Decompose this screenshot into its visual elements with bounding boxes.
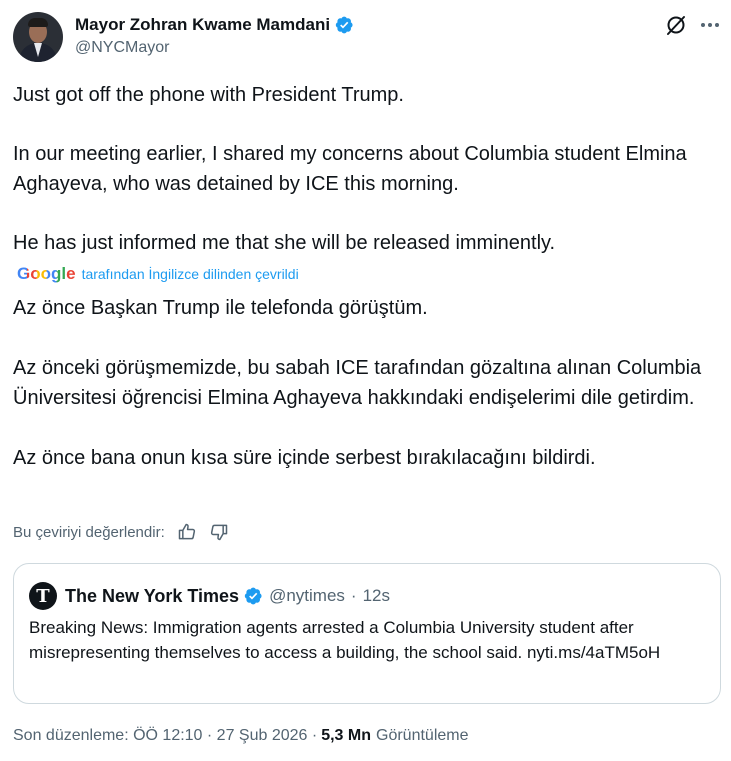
- tweet-line: Just got off the phone with President Tr…: [13, 84, 404, 106]
- tweet-line: He has just informed me that she will be…: [13, 232, 556, 254]
- thumbs-up-icon[interactable]: [177, 522, 197, 542]
- quote-body: Breaking News: Immigration agents arrest…: [29, 618, 661, 662]
- quote-time: 12s: [362, 586, 390, 605]
- translated-text: Az önce Başkan Trump ile telefonda görüş…: [13, 293, 718, 473]
- verified-badge-icon: [244, 587, 262, 605]
- author-handle[interactable]: @NYCMayor: [75, 39, 169, 57]
- quoted-tweet[interactable]: T The New York Times @nytimes · 12s Brea…: [13, 563, 721, 704]
- translated-line: Az önceki görüşmemizde, bu sabah ICE tar…: [13, 357, 702, 409]
- author-display-name[interactable]: Mayor Zohran Kwame Mamdani: [75, 15, 330, 35]
- rate-translation: Bu çeviriyi değerlendir:: [13, 522, 229, 542]
- more-icon[interactable]: [698, 13, 722, 37]
- translation-note[interactable]: tarafından İngilizce dilinden çevrildi: [82, 266, 299, 282]
- grok-icon[interactable]: [664, 13, 688, 37]
- quote-handle: @nytimes: [269, 586, 345, 605]
- nyt-avatar: T: [29, 582, 57, 610]
- views-label: Görüntüleme: [376, 727, 469, 744]
- quote-header: T The New York Times @nytimes · 12s: [29, 582, 390, 610]
- tweet-line: In our meeting earlier, I shared my conc…: [13, 143, 687, 195]
- thumbs-down-icon[interactable]: [209, 522, 229, 542]
- edited-timestamp[interactable]: Son düzenleme: ÖÖ 12:10 · 27 Şub 2026 ·: [13, 727, 317, 745]
- google-logo: Google: [17, 264, 76, 283]
- tweet-header: Mayor Zohran Kwame Mamdani @NYCMayor: [13, 11, 723, 65]
- translation-attribution[interactable]: Google tarafından İngilizce dilinden çev…: [17, 264, 299, 284]
- verified-badge-icon: [335, 16, 353, 34]
- tweet-text: Just got off the phone with President Tr…: [13, 80, 718, 258]
- tweet-meta: Son düzenleme: ÖÖ 12:10 · 27 Şub 2026 · …: [13, 727, 469, 745]
- translated-line: Az önce bana onun kısa süre içinde serbe…: [13, 447, 596, 469]
- author-name-row[interactable]: Mayor Zohran Kwame Mamdani: [75, 15, 354, 35]
- translated-line: Az önce Başkan Trump ile telefonda görüş…: [13, 297, 428, 319]
- author-avatar[interactable]: [13, 12, 63, 62]
- quote-author-name: The New York Times: [65, 585, 240, 606]
- rate-label: Bu çeviriyi değerlendir:: [13, 523, 165, 541]
- quote-separator: ·: [350, 586, 357, 605]
- views-count: 5,3 Mn: [321, 727, 371, 744]
